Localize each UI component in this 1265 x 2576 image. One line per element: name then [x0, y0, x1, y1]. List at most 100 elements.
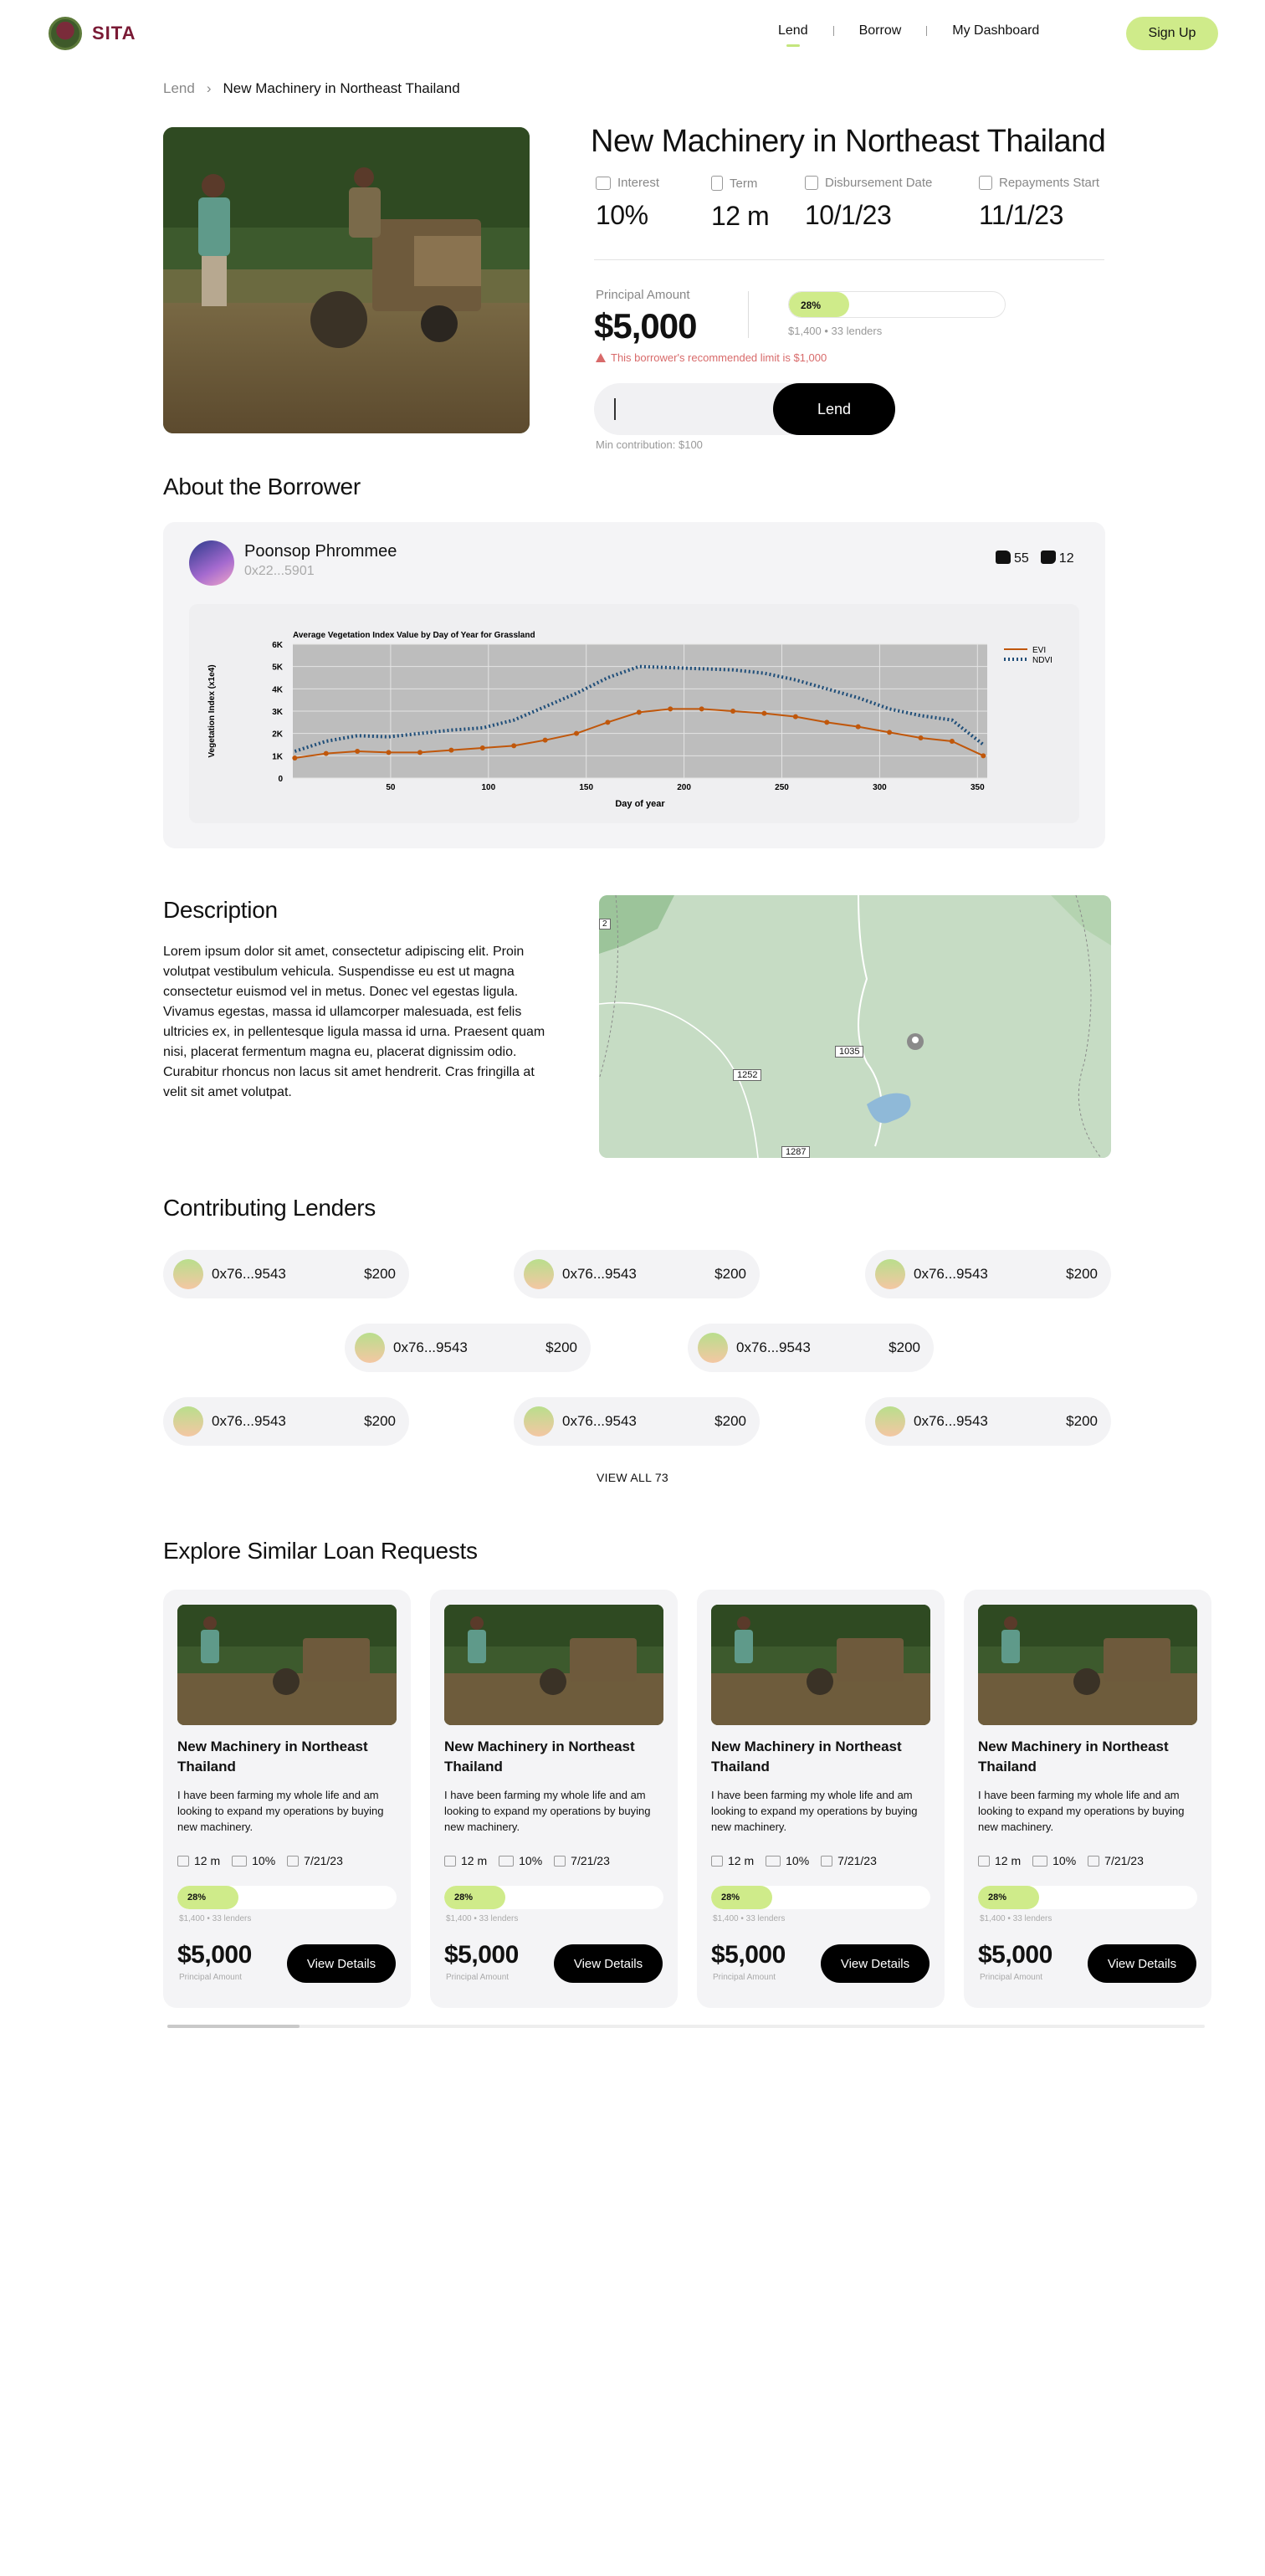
- stat-label: Term: [730, 176, 758, 191]
- loan-photo: [163, 127, 530, 433]
- nav-lend[interactable]: Lend: [753, 23, 833, 47]
- nav-borrow[interactable]: Borrow: [834, 23, 927, 38]
- view-details-button[interactable]: View Details: [821, 1944, 930, 1983]
- view-details-button[interactable]: View Details: [554, 1944, 663, 1983]
- lender-avatar: [173, 1259, 203, 1289]
- lender-pill[interactable]: 0x76...9543 $200: [688, 1324, 934, 1372]
- data-point-evi: [448, 747, 454, 753]
- loan-card-date: 7/21/23: [304, 1854, 343, 1867]
- view-details-button[interactable]: View Details: [1088, 1944, 1196, 1983]
- loan-card-term: 12 m: [995, 1854, 1022, 1867]
- data-point-evi: [668, 706, 673, 712]
- lender-amount: $200: [714, 1413, 746, 1429]
- lender-pill[interactable]: 0x76...9543 $200: [514, 1250, 760, 1298]
- text-cursor: [614, 398, 616, 420]
- lender-pill[interactable]: 0x76...9543 $200: [345, 1324, 591, 1372]
- loan-card[interactable]: New Machinery in Northeast Thailand I ha…: [430, 1590, 678, 2008]
- loan-card-funding-summary: $1,400 • 33 lenders: [980, 1914, 1052, 1923]
- breadcrumb-current: New Machinery in Northeast Thailand: [223, 80, 460, 96]
- chart-title: Average Vegetation Index Value by Day of…: [293, 631, 535, 640]
- lender-pill[interactable]: 0x76...9543 $200: [163, 1397, 409, 1446]
- upvote-button[interactable]: 55: [996, 551, 1029, 566]
- loan-card-amount: $5,000: [978, 1941, 1052, 1969]
- progress-fill: 28%: [177, 1886, 239, 1909]
- data-point-evi: [636, 709, 642, 715]
- legend-label: EVI: [1032, 646, 1046, 655]
- view-details-button[interactable]: View Details: [287, 1944, 396, 1983]
- money-icon: [1032, 1855, 1048, 1867]
- sign-up-button[interactable]: Sign Up: [1126, 17, 1218, 50]
- breadcrumb-lend[interactable]: Lend: [163, 80, 195, 97]
- lender-avatar: [173, 1406, 203, 1437]
- downvote-button[interactable]: 12: [1040, 551, 1074, 566]
- loan-title: New Machinery in Northeast Thailand: [591, 124, 1106, 159]
- loan-card-meta: 12 m 10% 7/21/23: [177, 1854, 343, 1867]
- calendar-icon: [821, 1855, 833, 1867]
- lender-avatar: [524, 1259, 554, 1289]
- stat-disbursement-date: Disbursement Date 10/1/23: [805, 176, 932, 231]
- map[interactable]: 2 1035 1252 1287: [599, 895, 1111, 1158]
- y-tick-label: 0: [278, 775, 283, 784]
- avatar: [189, 540, 234, 586]
- data-point-evi: [323, 750, 329, 756]
- lender-pill[interactable]: 0x76...9543 $200: [865, 1250, 1111, 1298]
- loan-card-title: New Machinery in Northeast Thailand: [711, 1739, 902, 1775]
- loan-card-photo: [444, 1605, 663, 1725]
- loan-card[interactable]: New Machinery in Northeast Thailand I ha…: [163, 1590, 411, 2008]
- y-tick-label: 6K: [272, 641, 284, 650]
- loan-card-meta: 12 m 10% 7/21/23: [711, 1854, 877, 1867]
- nav-dashboard[interactable]: My Dashboard: [927, 23, 1064, 38]
- logo[interactable]: SITA: [49, 17, 136, 50]
- lender-address: 0x76...9543: [914, 1266, 988, 1282]
- brand-name: SITA: [92, 23, 136, 44]
- lender-avatar: [875, 1406, 905, 1437]
- loan-card-title: New Machinery in Northeast Thailand: [978, 1739, 1169, 1775]
- limit-warning: This borrower's recommended limit is $1,…: [596, 351, 827, 364]
- lender-avatar: [875, 1259, 905, 1289]
- borrower-name: Poonsop Phrommee: [244, 542, 397, 561]
- x-tick-label: 200: [677, 783, 691, 792]
- stat-value: 11/1/23: [979, 200, 1063, 230]
- y-axis-label: Vegetation Index (x1e4): [207, 664, 217, 757]
- lend-button[interactable]: Lend: [773, 383, 895, 435]
- main-nav: Lend Borrow My Dashboard: [753, 23, 1064, 47]
- carousel-scrollbar[interactable]: [167, 2025, 1205, 2028]
- carousel-scrollbar-thumb[interactable]: [167, 2025, 300, 2028]
- warning-text: This borrower's recommended limit is $1,…: [611, 351, 827, 364]
- lender-address: 0x76...9543: [393, 1339, 468, 1355]
- view-all-lenders-link[interactable]: VIEW ALL 73: [586, 1471, 679, 1484]
- calendar-icon: [1088, 1855, 1100, 1867]
- loan-card-photo: [978, 1605, 1197, 1725]
- data-point-evi: [574, 730, 580, 736]
- progress-fill: 28%: [711, 1886, 773, 1909]
- x-axis-label: Day of year: [615, 799, 665, 809]
- document-icon: [978, 1855, 990, 1867]
- lender-address: 0x76...9543: [562, 1266, 637, 1282]
- lender-pill[interactable]: 0x76...9543 $200: [514, 1397, 760, 1446]
- loan-card-amount-label: Principal Amount: [713, 1973, 776, 1982]
- stat-interest: Interest 10%: [596, 176, 659, 231]
- loan-card-interest: 10%: [252, 1854, 276, 1867]
- loan-card-amount-label: Principal Amount: [446, 1973, 510, 1982]
- loan-card-meta: 12 m 10% 7/21/23: [444, 1854, 610, 1867]
- y-tick-label: 3K: [272, 708, 284, 717]
- lender-pill[interactable]: 0x76...9543 $200: [865, 1397, 1111, 1446]
- loan-card[interactable]: New Machinery in Northeast Thailand I ha…: [697, 1590, 945, 2008]
- x-tick-label: 50: [386, 783, 396, 792]
- y-tick-label: 2K: [272, 730, 284, 740]
- loan-card-meta: 12 m 10% 7/21/23: [978, 1854, 1144, 1867]
- y-tick-label: 1K: [272, 752, 284, 761]
- lender-pill[interactable]: 0x76...9543 $200: [163, 1250, 409, 1298]
- money-icon: [766, 1855, 781, 1867]
- loan-card-amount: $5,000: [177, 1941, 252, 1969]
- data-point-evi: [699, 706, 704, 712]
- data-point-evi: [417, 750, 423, 755]
- map-road-label: 1035: [835, 1046, 864, 1058]
- divider: [594, 259, 1104, 260]
- lender-avatar: [355, 1333, 385, 1363]
- description-text: Lorem ipsum dolor sit amet, consectetur …: [163, 945, 545, 1099]
- loan-card[interactable]: New Machinery in Northeast Thailand I ha…: [964, 1590, 1211, 2008]
- stat-value: 12 m: [711, 201, 770, 231]
- data-point-evi: [605, 720, 611, 725]
- loan-card-date: 7/21/23: [1104, 1854, 1144, 1867]
